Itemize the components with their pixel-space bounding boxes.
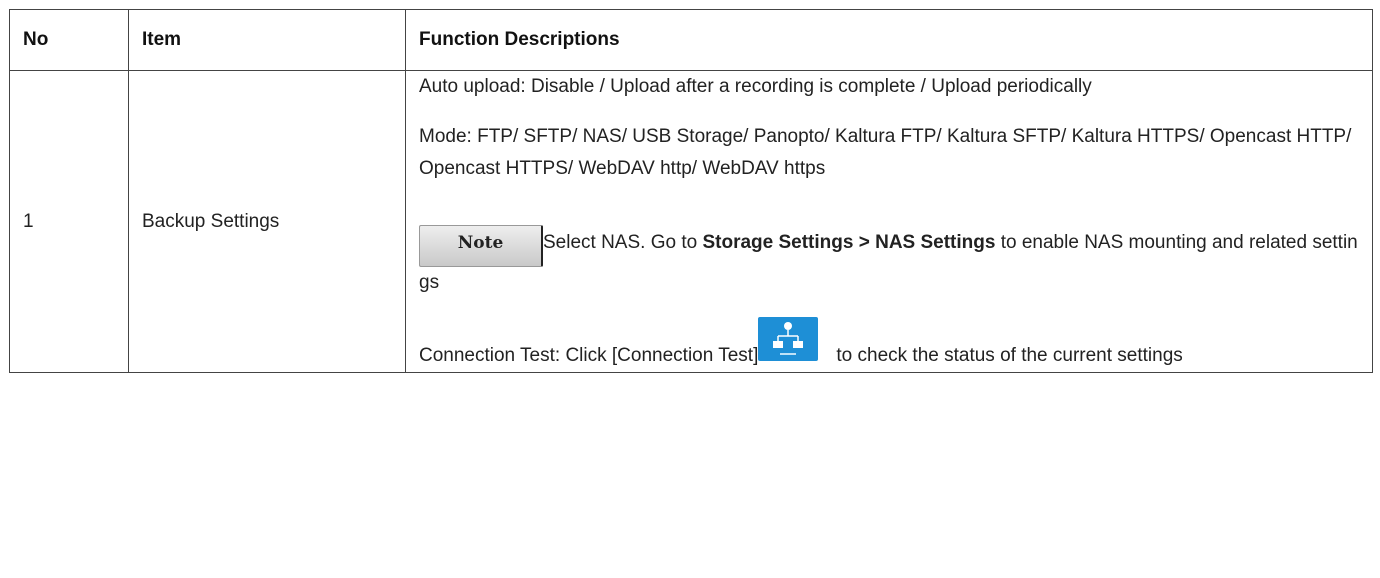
- mode-text: Mode: FTP/ SFTP/ NAS/ USB Storage/ Panop…: [419, 126, 1352, 179]
- connection-test-paragraph: Connection Test: Click [Connection Test]…: [419, 317, 1359, 372]
- note-text-bold: Storage Settings > NAS Settings: [702, 232, 996, 253]
- header-function-descriptions: Function Descriptions: [405, 9, 1373, 71]
- table-header-row: No Item Function Descriptions: [9, 9, 1373, 71]
- cell-item: Backup Settings: [128, 70, 406, 373]
- auto-upload-text: Auto upload: Disable / Upload after a re…: [419, 76, 1092, 97]
- cell-description: Auto upload: Disable / Upload after a re…: [405, 70, 1373, 373]
- connection-test-suffix: to check the status of the current setti…: [836, 345, 1183, 366]
- header-no: No: [9, 9, 129, 71]
- header-item: Item: [128, 9, 406, 71]
- connection-test-prefix: Connection Test: Click [Connection Test]: [419, 345, 759, 366]
- network-connection-icon: [758, 317, 819, 361]
- table-row: 1 Backup Settings Auto upload: Disable /…: [9, 70, 1373, 373]
- cell-no: 1: [9, 70, 129, 373]
- note-label-image: Note: [419, 225, 543, 267]
- function-table: No Item Function Descriptions 1 Backup S…: [9, 9, 1373, 373]
- note-text-prefix: Select NAS. Go to: [543, 232, 698, 253]
- note-paragraph: Note Select NAS. Go to Storage Settings >…: [419, 203, 1359, 299]
